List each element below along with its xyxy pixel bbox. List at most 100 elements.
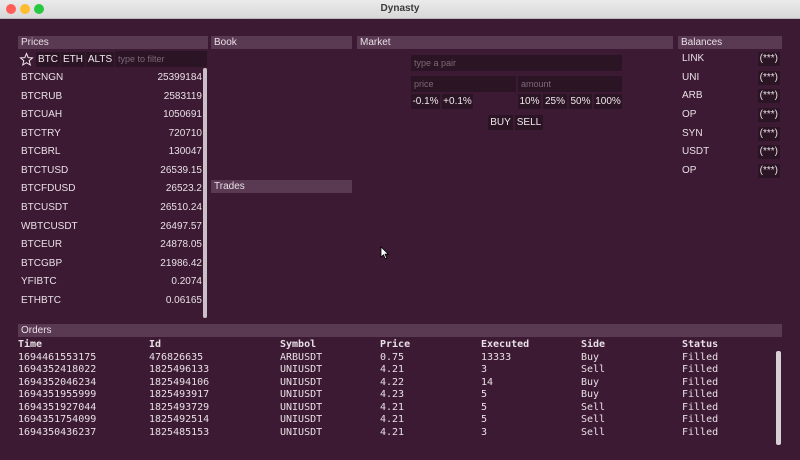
- price-value: 26497.57: [160, 221, 202, 232]
- balance-row: OP (***): [680, 162, 782, 180]
- price-value: 26510.24: [160, 202, 202, 213]
- order-status: Filled: [682, 414, 719, 425]
- table-row[interactable]: 1694351927044 1825493729 UNIUSDT 4.21 5 Sell F…: [18, 402, 778, 415]
- order-price: 4.21: [380, 364, 405, 375]
- price-row[interactable]: BTCRUB 2583119: [18, 88, 204, 106]
- order-id: 1825485153: [149, 426, 210, 438]
- order-status: Filled: [682, 389, 719, 400]
- balance-amount: (***): [757, 164, 780, 178]
- window-title: Dynasty: [380, 3, 420, 14]
- pair-input[interactable]: type a pair: [411, 55, 622, 71]
- balance-amount: (***): [757, 52, 780, 66]
- order-status: Filled: [682, 376, 719, 388]
- price-row[interactable]: WBTCUSDT 26497.57: [18, 218, 204, 236]
- balance-amount: (***): [757, 89, 780, 103]
- order-id: 1825493729: [149, 401, 210, 413]
- price-value: 21986.42: [160, 258, 202, 269]
- price-symbol: BTCRUB: [21, 91, 63, 102]
- order-price: 4.22: [380, 376, 405, 388]
- price-row[interactable]: BTCUAH 1050691: [18, 106, 204, 124]
- prices-scrollbar-thumb[interactable]: [203, 68, 207, 318]
- price-row[interactable]: BTCEUR 24878.05: [18, 236, 204, 254]
- order-symbol: UNIUSDT: [280, 376, 323, 388]
- price-row[interactable]: BTCGBP 21986.42: [18, 255, 204, 273]
- table-row[interactable]: 1694351955999 1825493917 UNIUSDT 4.23 5 Buy Fi…: [18, 389, 778, 402]
- favorites-star-icon[interactable]: [19, 52, 34, 67]
- orders-header: Orders: [18, 324, 782, 337]
- price-input[interactable]: price: [411, 76, 516, 92]
- amount-10-button[interactable]: 10%: [518, 94, 541, 109]
- filter-eth-button[interactable]: ETH: [61, 52, 85, 67]
- price-value: 2583119: [163, 91, 202, 102]
- order-id: 1825494106: [149, 376, 210, 388]
- balance-asset: UNI: [682, 72, 700, 83]
- price-value: 720710: [168, 128, 202, 139]
- price-row[interactable]: BTCNGN 25399184: [18, 69, 204, 87]
- amount-50-button[interactable]: 50%: [569, 94, 592, 109]
- price-symbol: BTCFDUSD: [21, 183, 76, 194]
- balance-row: SYN (***): [680, 125, 782, 143]
- amount-100-button[interactable]: 100%: [594, 94, 622, 109]
- balance-asset: OP: [682, 165, 697, 176]
- order-status: Filled: [682, 351, 719, 363]
- price-minus-button[interactable]: -0.1%: [411, 94, 440, 109]
- price-row[interactable]: BTCTRY 720710: [18, 125, 204, 143]
- order-symbol: UNIUSDT: [280, 414, 323, 425]
- price-symbol: BTCTUSD: [21, 165, 69, 176]
- price-row[interactable]: BTCTUSD 26539.15: [18, 162, 204, 180]
- balance-row: OP (***): [680, 106, 782, 124]
- balance-amount: (***): [757, 108, 780, 122]
- column-header: Id: [149, 339, 162, 350]
- order-price: 4.21: [380, 401, 405, 413]
- table-row[interactable]: 1694351754099 1825492514 UNIUSDT 4.21 5 Sell F…: [18, 414, 778, 427]
- prices-filter-input[interactable]: type to filter: [115, 51, 207, 67]
- price-plus-button[interactable]: +0.1%: [442, 94, 473, 109]
- price-value: 0.2074: [171, 276, 202, 287]
- column-header: Side: [581, 339, 606, 350]
- order-price: 4.23: [380, 389, 405, 400]
- order-status: Filled: [682, 364, 719, 375]
- order-id: 1825493917: [149, 389, 210, 400]
- amount-25-button[interactable]: 25%: [543, 94, 567, 109]
- table-row[interactable]: 1694350436237 1825485153 UNIUSDT 4.21 3 Sell F…: [18, 427, 778, 440]
- price-row[interactable]: BTCBRL 130047: [18, 143, 204, 161]
- order-executed: 14: [481, 376, 494, 388]
- price-row[interactable]: ETHBTC 0.06165: [18, 292, 204, 310]
- column-header: Price: [380, 339, 411, 350]
- price-value: 1050691: [163, 109, 202, 120]
- table-row[interactable]: 1694352046234 1825494106 UNIUSDT 4.22 14 Buy F…: [18, 377, 778, 390]
- filter-alts-button[interactable]: ALTS: [86, 52, 114, 67]
- order-executed: 3: [481, 426, 488, 438]
- balance-amount: (***): [757, 71, 780, 85]
- order-time: 1694350436237: [18, 426, 97, 438]
- price-row[interactable]: YFIBTC 0.2074: [18, 273, 204, 291]
- price-row[interactable]: BTCFDUSD 26523.2: [18, 180, 204, 198]
- mouse-cursor-icon: [380, 246, 390, 260]
- table-row[interactable]: 1694352418022 1825496133 UNIUSDT 4.21 3 Sell F…: [18, 364, 778, 377]
- sell-button[interactable]: SELL: [515, 115, 543, 130]
- table-row[interactable]: 1694461553175 476826635 ARBUSDT 0.75 13333 Bu…: [18, 352, 778, 365]
- balance-amount: (***): [757, 127, 780, 141]
- order-symbol: UNIUSDT: [280, 426, 323, 438]
- prices-header: Prices: [18, 36, 208, 49]
- balance-row: LINK (***): [680, 50, 782, 68]
- buy-button[interactable]: BUY: [488, 115, 513, 130]
- filter-btc-button[interactable]: BTC: [36, 52, 60, 67]
- order-price: 0.75: [380, 351, 405, 363]
- order-symbol: UNIUSDT: [280, 364, 323, 375]
- order-id: 1825496133: [149, 364, 210, 375]
- balance-asset: USDT: [682, 146, 710, 157]
- orders-scrollbar-thumb[interactable]: [776, 351, 781, 445]
- price-symbol: WBTCUSDT: [21, 221, 78, 232]
- price-value: 0.06165: [165, 295, 202, 306]
- price-row[interactable]: BTCUSDT 26510.24: [18, 199, 204, 217]
- balance-asset: LINK: [682, 53, 705, 64]
- order-symbol: UNIUSDT: [280, 401, 323, 413]
- orders-scrollbar[interactable]: [776, 351, 781, 445]
- order-price: 4.21: [380, 426, 405, 438]
- order-time: 1694461553175: [18, 351, 97, 363]
- column-header: Status: [682, 339, 719, 350]
- prices-scrollbar[interactable]: [203, 68, 207, 318]
- amount-input[interactable]: amount: [518, 76, 622, 92]
- price-symbol: ETHBTC: [21, 295, 61, 306]
